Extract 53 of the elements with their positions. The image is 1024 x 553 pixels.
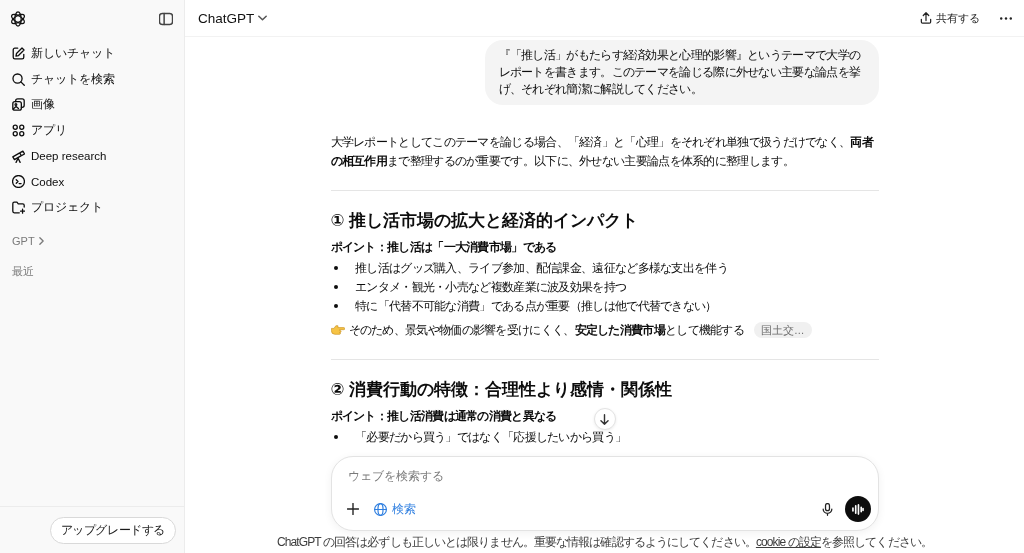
share-button[interactable]: 共有する xyxy=(914,6,986,30)
point-text: ポイント：推し活は「一大消費市場」である xyxy=(330,239,557,256)
share-icon xyxy=(920,12,932,24)
microphone-icon xyxy=(820,502,834,516)
bullet-text: 「必要だから買う」ではなく「応援したいから買う」 xyxy=(355,428,627,446)
ellipsis-icon xyxy=(1000,16,1012,20)
four-dots-icon xyxy=(12,124,25,138)
sidebar-item[interactable]: アプリ xyxy=(6,117,178,144)
sidebar-item[interactable]: 画像 xyxy=(6,92,178,118)
section-heading: ② 消費行動の特徴：合理性より感情・関係性 xyxy=(330,379,674,401)
globe-icon xyxy=(373,502,387,516)
scroll-down-button[interactable] xyxy=(593,408,616,430)
pencil-square-icon xyxy=(12,47,25,61)
bullet-text: 特に「代替不可能な消費」である点が重要（推しは他で代替できない） xyxy=(355,297,717,315)
conclusion-text: そのため、景気や物価の影響を受けにくく、安定した消費市場として機能する xyxy=(348,321,745,339)
disclaimer-text: ChatGPT の回答は必ずしも正しいとは限りません。重要な情報は確認するようにしてください。cookie の設定を参照してください。 xyxy=(276,534,933,551)
bullet-text: 推し活はグッズ購入、ライブ参加、配信課金、遠征など多様な支出を伴う xyxy=(355,259,728,277)
picture-icon xyxy=(12,98,25,112)
search-icon xyxy=(12,72,25,86)
pointing-hand-icon xyxy=(330,324,345,335)
bullet-icon xyxy=(333,265,338,271)
point-text: ポイント：推し活消費は通常の消費と異なる xyxy=(330,408,557,425)
upgrade-button[interactable]: アップグレードする xyxy=(49,516,176,544)
sidebar-item[interactable]: チャットを検索 xyxy=(6,66,178,93)
user-message-bubble: 『「推し活」がもたらす経済効果と心理的影響』というテーマで大学のレポートを書きます。このテーマを論じる際に外せない主要な論点を挙げ、それぞれ簡潔に解説してください。 xyxy=(484,40,879,105)
sidebar-item[interactable]: Deep research xyxy=(6,143,178,169)
citation-link[interactable]: 国土交… xyxy=(754,321,812,338)
bullet-icon xyxy=(333,434,338,440)
model-selector-button[interactable]: ChatGPT xyxy=(193,6,273,30)
sidebar-item[interactable]: 新しいチャット xyxy=(6,41,178,67)
bullet-icon xyxy=(333,303,338,309)
gpt-section-header[interactable]: GPT xyxy=(6,228,50,255)
plus-icon xyxy=(346,503,359,515)
arrow-down-icon xyxy=(599,413,610,425)
sidebar-item[interactable]: プロジェクト xyxy=(6,194,178,221)
bullet-text: エンタメ・観光・小売など複数産業に波及効果を持つ xyxy=(355,278,627,296)
voice-mode-button[interactable] xyxy=(844,496,871,522)
chevron-down-icon xyxy=(258,15,268,21)
bullet-icon xyxy=(333,284,338,290)
waveform-icon xyxy=(851,503,864,515)
telescope-icon xyxy=(12,149,25,163)
recent-heading: 最近 xyxy=(12,264,34,280)
section-heading: ① 推し活市場の拡大と経済的インパクト xyxy=(330,210,640,232)
chevron-right-icon xyxy=(38,237,44,246)
panel-icon xyxy=(159,11,173,26)
cookie-settings-link[interactable]: cookie の設定 xyxy=(755,535,821,549)
web-search-button[interactable]: 検索 xyxy=(369,498,420,520)
message-composer[interactable]: ウェブを検索する 検索 xyxy=(330,456,879,531)
sidebar-item[interactable]: Codex xyxy=(6,168,178,195)
sidebar-toggle-button[interactable] xyxy=(159,11,173,26)
assistant-paragraph: 大学レポートとしてこのテーマを論じる場合、「経済」と「心理」をそれぞれ単独で扱うだけでなく、両者の相互作用まで整理するのが重要です。以下に、外せない主要論点を体系的に整理します。 xyxy=(330,134,875,170)
folder-plus-icon xyxy=(12,200,25,214)
logo-icon xyxy=(10,10,26,27)
